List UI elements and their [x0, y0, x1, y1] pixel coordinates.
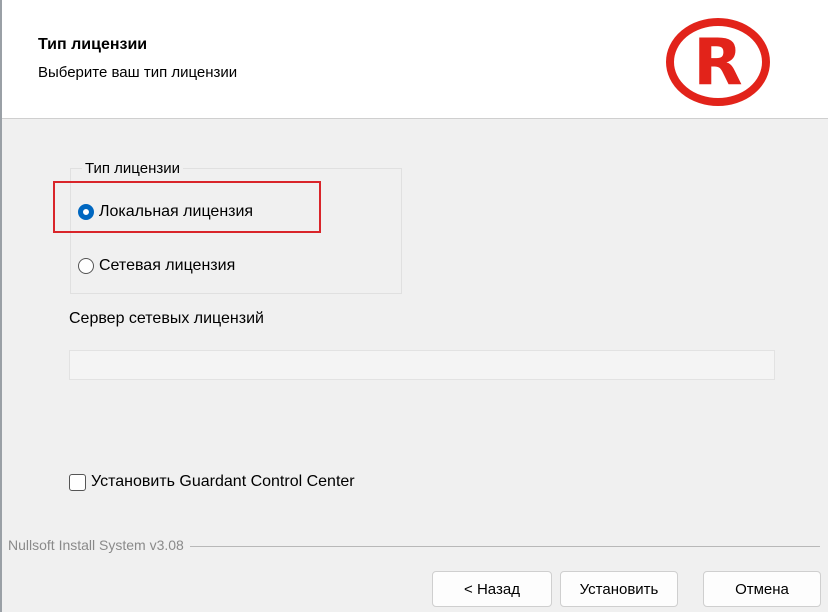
cancel-button[interactable]: Отмена [703, 571, 821, 607]
install-gcc-label: Установить Guardant Control Center [91, 473, 355, 490]
wizard-header: Тип лицензии Выберите ваш тип лицензии R [2, 0, 828, 119]
logo-letter: R [693, 26, 742, 100]
license-group-legend: Тип лицензии [82, 160, 183, 177]
nsis-branding: Nullsoft Install System v3.08 [8, 537, 190, 553]
page-subtitle: Выберите ваш тип лицензии [38, 64, 238, 81]
back-button[interactable]: < Назад [432, 571, 552, 607]
page-title: Тип лицензии [38, 36, 148, 53]
install-gcc-checkbox-row[interactable]: Установить Guardant Control Center [69, 473, 355, 491]
highlight-frame [53, 181, 321, 233]
r-logo-icon: R [666, 18, 770, 106]
server-input[interactable] [69, 350, 775, 380]
radio-unchecked-icon[interactable] [78, 258, 94, 274]
radio-network-license[interactable]: Сетевая лицензия [78, 257, 235, 275]
checkbox-unchecked-icon[interactable] [69, 473, 86, 491]
radio-network-label: Сетевая лицензия [99, 257, 236, 274]
install-button[interactable]: Установить [560, 571, 678, 607]
server-label: Сервер сетевых лицензий [69, 310, 264, 327]
